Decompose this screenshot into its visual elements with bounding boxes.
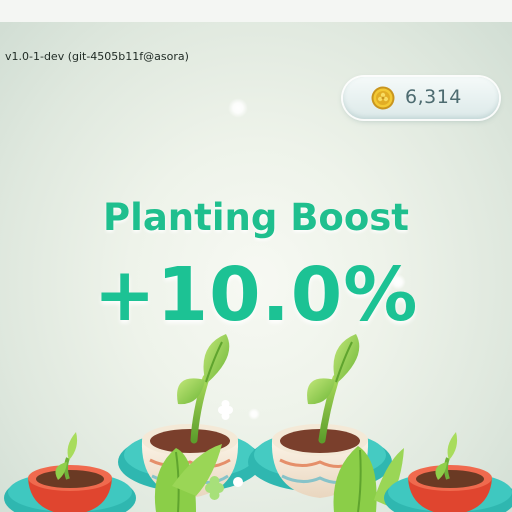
potted-plants-scene	[4, 334, 512, 512]
seedling-red-pot-left	[4, 432, 136, 512]
game-screen: v1.0-1-dev (git-4505b11f@asora) 6,314 Pl…	[0, 0, 512, 512]
seedling-red-pot-right	[384, 432, 512, 512]
sapling-patterned-pot-center-right	[248, 334, 404, 512]
